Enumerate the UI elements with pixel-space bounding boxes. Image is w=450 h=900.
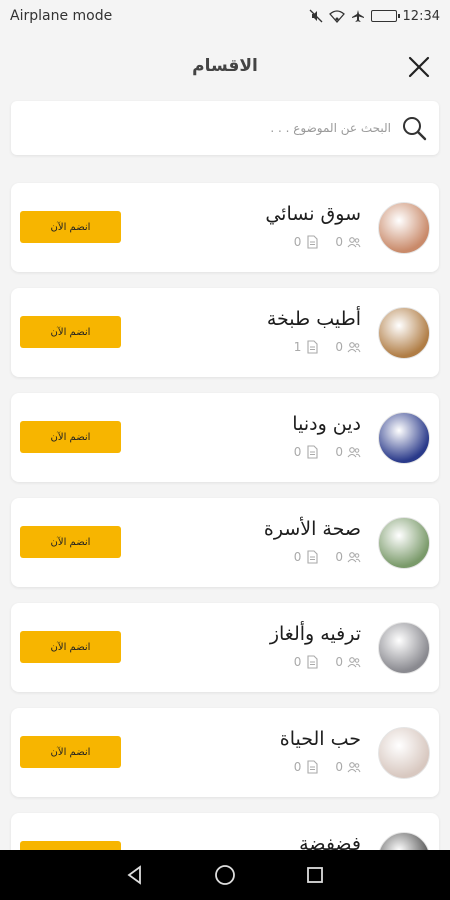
join-now-button[interactable]: انضم الآن <box>20 526 121 558</box>
system-nav-bar <box>0 850 450 900</box>
category-card[interactable]: سوق نسائي 0 0 انضم الآن <box>11 183 439 272</box>
status-bar: Airplane mode 12:34 <box>0 0 450 32</box>
category-title: ترفيه وألغاز <box>269 623 361 645</box>
category-stats: 0 1 <box>294 340 361 354</box>
category-avatar <box>378 412 430 464</box>
join-now-button[interactable]: انضم الآن <box>20 736 121 768</box>
airplane-mode-text: Airplane mode <box>10 8 113 24</box>
posts-count: 0 <box>293 655 302 669</box>
category-stats: 0 0 <box>294 235 361 249</box>
category-card[interactable]: ترفيه وألغاز 0 0 انضم الآن <box>11 603 439 692</box>
category-card[interactable]: دين ودنيا 0 0 انضم الآن <box>11 393 439 482</box>
app-header: الاقسام <box>0 32 450 100</box>
home-button[interactable] <box>213 863 237 887</box>
category-title: أطيب طبخة <box>266 308 361 330</box>
airplane-icon <box>351 9 365 23</box>
join-now-button[interactable]: انضم الآن <box>20 421 121 453</box>
posts-icon <box>305 760 319 774</box>
members-count: 0 <box>335 340 343 354</box>
posts-icon <box>305 550 319 564</box>
category-stats: 0 0 <box>294 445 361 459</box>
battery-icon <box>370 10 400 22</box>
clock: 12:34 <box>402 8 440 24</box>
category-avatar <box>378 727 430 779</box>
category-title: صحة الأسرة <box>263 518 361 540</box>
close-icon <box>408 56 430 78</box>
wifi-icon <box>328 9 345 23</box>
recents-button[interactable] <box>303 863 327 887</box>
members-count: 0 <box>335 655 343 669</box>
posts-count: 0 <box>293 760 302 774</box>
join-now-button[interactable]: انضم الآن <box>20 211 121 243</box>
page-title: الاقسام <box>192 56 258 76</box>
category-avatar <box>378 202 430 254</box>
members-count: 0 <box>335 550 343 564</box>
join-now-button[interactable]: انضم الآن <box>20 631 121 663</box>
members-icon <box>347 340 361 354</box>
category-card[interactable]: أطيب طبخة 0 1 انضم الآن <box>11 288 439 377</box>
category-stats: 0 0 <box>294 760 361 774</box>
posts-count: 0 <box>293 445 302 459</box>
category-avatar <box>378 517 430 569</box>
members-icon <box>347 550 361 564</box>
join-now-button[interactable]: انضم الآن <box>20 316 121 348</box>
back-button[interactable] <box>123 863 147 887</box>
category-title: حب الحياة <box>279 728 361 750</box>
posts-icon <box>305 235 319 249</box>
mute-icon <box>309 9 323 23</box>
posts-icon <box>305 340 319 354</box>
close-button[interactable] <box>406 54 432 80</box>
back-triangle-icon <box>127 865 141 885</box>
category-stats: 0 0 <box>294 550 361 564</box>
posts-count: 0 <box>293 235 302 249</box>
posts-icon <box>305 655 319 669</box>
home-circle-icon <box>215 865 235 885</box>
members-count: 0 <box>335 760 343 774</box>
category-card[interactable]: صحة الأسرة 0 0 انضم الآن <box>11 498 439 587</box>
search-input[interactable] <box>23 121 391 135</box>
members-count: 0 <box>335 235 343 249</box>
category-avatar <box>378 622 430 674</box>
members-count: 0 <box>335 445 343 459</box>
category-title: سوق نسائي <box>265 203 361 225</box>
category-avatar <box>378 307 430 359</box>
posts-count: 1 <box>293 340 302 354</box>
search-bar[interactable] <box>11 101 439 155</box>
posts-count: 0 <box>293 550 302 564</box>
status-icons: 12:34 <box>309 9 440 24</box>
recents-square-icon <box>307 867 323 883</box>
posts-icon <box>305 445 319 459</box>
category-title: دين ودنيا <box>292 413 361 435</box>
search-icon[interactable] <box>401 115 427 141</box>
category-stats: 0 0 <box>294 655 361 669</box>
members-icon <box>347 445 361 459</box>
members-icon <box>347 760 361 774</box>
category-card[interactable]: حب الحياة 0 0 انضم الآن <box>11 708 439 797</box>
members-icon <box>347 655 361 669</box>
members-icon <box>347 235 361 249</box>
